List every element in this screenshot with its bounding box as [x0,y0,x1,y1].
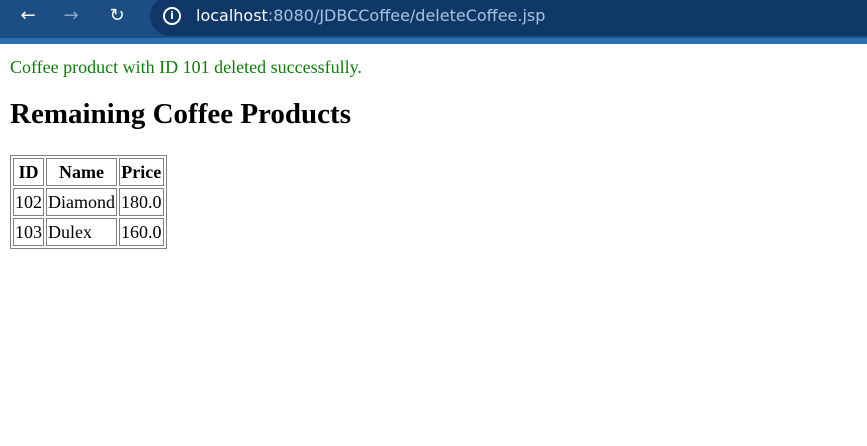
cell-name: Dulex [46,218,117,246]
url-path: :8080/JDBCCoffee/deleteCoffee.jsp [267,6,546,25]
cell-id: 102 [13,188,44,216]
forward-button[interactable]: → [56,4,86,28]
page-heading: Remaining Coffee Products [10,98,351,130]
table-row: 102 Diamond 180.0 [13,188,164,216]
cell-id: 103 [13,218,44,246]
success-message: Coffee product with ID 101 deleted succe… [10,57,362,77]
cell-price: 160.0 [119,218,164,246]
reload-button[interactable]: ↻ [102,4,132,28]
url-text[interactable]: localhost:8080/JDBCCoffee/deleteCoffee.j… [196,6,545,25]
reload-icon: ↻ [109,5,125,26]
arrow-left-icon: ← [20,5,36,26]
address-bar[interactable]: i localhost:8080/JDBCCoffee/deleteCoffee… [150,0,867,36]
header-name: Name [46,158,117,186]
url-host: localhost [196,6,268,25]
page-content: Coffee product with ID 101 deleted succe… [0,57,867,249]
cell-name: Diamond [46,188,117,216]
products-table: ID Name Price 102 Diamond 180.0 103 Dule… [10,155,167,249]
back-button[interactable]: ← [13,4,43,28]
arrow-right-icon: → [63,5,79,26]
browser-toolbar: ← → ↻ i localhost:8080/JDBCCoffee/delete… [0,0,867,44]
info-icon[interactable]: i [163,7,181,25]
header-id: ID [13,158,44,186]
cell-price: 180.0 [119,188,164,216]
header-price: Price [119,158,164,186]
table-header-row: ID Name Price [13,158,164,186]
table-row: 103 Dulex 160.0 [13,218,164,246]
